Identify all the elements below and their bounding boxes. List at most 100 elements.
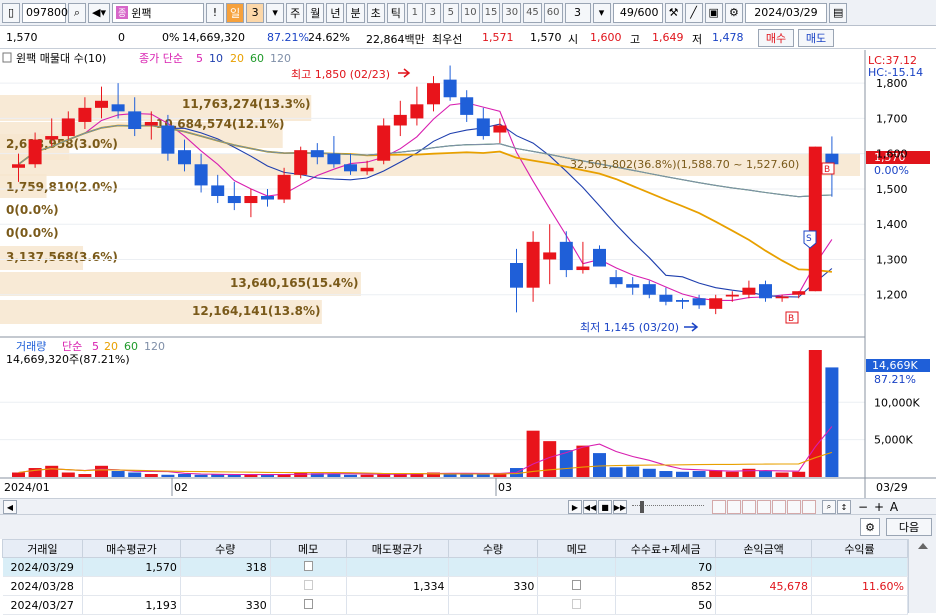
dropdown-icon[interactable]: ▾: [266, 2, 285, 23]
stock-chart[interactable]: 11,763,274(13.3%)10,684,574(12.1%)2,618,…: [0, 50, 936, 498]
sell-memo-cell[interactable]: [537, 595, 617, 615]
col-pnl[interactable]: 손익금액: [715, 539, 813, 558]
gear-icon[interactable]: ⚙: [860, 518, 880, 536]
calendar-icon[interactable]: ▤: [828, 2, 848, 23]
col-buy-memo[interactable]: 메모: [269, 539, 347, 558]
col-return[interactable]: 수익률: [811, 539, 908, 558]
minute-60-button[interactable]: 60: [543, 2, 563, 23]
speaker-icon[interactable]: ◀▾: [88, 2, 110, 23]
period-year-button[interactable]: 년: [326, 2, 345, 23]
stock-name-field[interactable]: 종 윈팩: [111, 2, 204, 23]
zoom-slider-handle[interactable]: [640, 501, 644, 513]
magnifier-icon[interactable]: ⌕: [822, 500, 836, 514]
sell-memo-cell[interactable]: [537, 557, 617, 577]
candle-body: [194, 164, 208, 186]
period-second-button[interactable]: 초: [366, 2, 385, 23]
tool-icon-2[interactable]: [727, 500, 741, 514]
period-minute-button[interactable]: 분: [346, 2, 365, 23]
sell-memo-cell[interactable]: [537, 576, 617, 596]
tool-icon-5[interactable]: [772, 500, 786, 514]
table-vertical-scrollbar[interactable]: [908, 539, 936, 613]
minute-5-button[interactable]: 5: [442, 2, 459, 23]
save-icon[interactable]: ▣: [704, 2, 723, 23]
next-button[interactable]: 다음: [886, 518, 932, 536]
period-tick-button[interactable]: 틱: [386, 2, 405, 23]
zoom-minus-icon[interactable]: −: [856, 500, 870, 514]
tool-icon-1[interactable]: [712, 500, 726, 514]
memo-icon[interactable]: [303, 560, 313, 571]
table-row[interactable]: 2024/03/29 1,570 318 70: [2, 557, 908, 577]
period-day-count[interactable]: 3: [246, 2, 265, 23]
line-tool-icon[interactable]: ╱: [684, 2, 703, 23]
period-week-button[interactable]: 주: [286, 2, 305, 23]
candle-body: [244, 196, 258, 204]
minute-15-button[interactable]: 15: [481, 2, 501, 23]
volume-bar: [12, 472, 25, 477]
memo-icon[interactable]: [303, 598, 313, 609]
col-buy-avg[interactable]: 매수평균가: [81, 539, 181, 558]
gear-icon[interactable]: ⚙: [724, 2, 743, 23]
alert-button[interactable]: !: [205, 2, 224, 23]
candle-body: [377, 125, 391, 161]
volume-tick-label: 10,000K: [874, 396, 920, 409]
table-row[interactable]: 2024/03/28 1,334 330 852 45,678 11.60%: [2, 576, 908, 596]
col-sell-qty[interactable]: 수량: [447, 539, 539, 558]
data-count-field[interactable]: 49/600: [612, 2, 663, 23]
trade-date: 2024/03/27: [2, 595, 83, 615]
candle-body: [61, 118, 75, 137]
candle-body: [642, 284, 656, 295]
fit-icon[interactable]: ↕: [837, 500, 851, 514]
menu-icon[interactable]: ▯: [2, 2, 20, 23]
period-month-button[interactable]: 월: [306, 2, 325, 23]
memo-icon[interactable]: [572, 579, 582, 590]
col-buy-qty[interactable]: 수량: [179, 539, 271, 558]
dropdown-icon[interactable]: ▾: [592, 2, 611, 23]
minute-3-button[interactable]: 3: [424, 2, 441, 23]
scroll-first-icon[interactable]: ◀◀: [583, 500, 597, 514]
volume-bar: [659, 471, 673, 477]
minute-1-button[interactable]: 1: [406, 2, 423, 23]
buy-memo-cell[interactable]: [270, 595, 347, 615]
chart-scrollbar[interactable]: ◀ ▶ ◀◀ ■ ▶▶ ⌕ ↕ − + A: [0, 498, 936, 515]
last-volume-tag-text: 14,669K: [872, 359, 918, 372]
candle-body: [360, 167, 374, 172]
col-sell-avg[interactable]: 매도평균가: [345, 539, 449, 558]
scroll-left-icon[interactable]: ◀: [3, 500, 17, 514]
chart-tools-icon[interactable]: ⚒: [664, 2, 683, 23]
buy-memo-cell[interactable]: [270, 576, 347, 596]
volume-bar: [725, 471, 739, 477]
col-trade-date[interactable]: 거래일: [2, 539, 83, 558]
volume-bar: [161, 474, 175, 477]
tool-icon-3[interactable]: [742, 500, 756, 514]
scroll-stop-icon[interactable]: ■: [598, 500, 612, 514]
period-day-button[interactable]: 일: [225, 2, 245, 23]
table-row[interactable]: 2024/03/27 1,193 330 50: [2, 595, 908, 615]
legend-ma120: 120: [270, 52, 291, 65]
memo-icon[interactable]: [572, 598, 582, 609]
date-input[interactable]: 2024/03/29: [744, 2, 827, 23]
buy-signal-icon: B: [821, 162, 835, 175]
sell-button[interactable]: 매도: [798, 29, 834, 47]
magnifier-icon[interactable]: ⌕: [68, 2, 86, 23]
col-fee[interactable]: 수수료+제세금: [615, 539, 717, 558]
scroll-right-icon[interactable]: ▶: [568, 500, 582, 514]
candle-body: [178, 150, 191, 165]
col-sell-memo[interactable]: 메모: [537, 539, 617, 558]
minute-10-button[interactable]: 10: [460, 2, 480, 23]
scroll-up-icon[interactable]: [917, 543, 928, 549]
zoom-plus-icon[interactable]: +: [872, 500, 886, 514]
minute-30-button[interactable]: 30: [502, 2, 522, 23]
scroll-last-icon[interactable]: ▶▶: [613, 500, 627, 514]
tool-icon-7[interactable]: [802, 500, 816, 514]
buy-avg: [82, 576, 181, 596]
tool-icon-4[interactable]: [757, 500, 771, 514]
minute-value-select[interactable]: 3: [564, 2, 591, 23]
buy-button[interactable]: 매수: [758, 29, 794, 47]
font-size-button[interactable]: A: [887, 500, 901, 514]
legend-ma20: 20: [230, 52, 244, 65]
tool-icon-6[interactable]: [787, 500, 801, 514]
memo-icon[interactable]: [303, 579, 313, 590]
minute-45-button[interactable]: 45: [523, 2, 542, 23]
buy-memo-cell[interactable]: [270, 557, 347, 577]
stock-code-input[interactable]: 097800: [22, 2, 68, 23]
